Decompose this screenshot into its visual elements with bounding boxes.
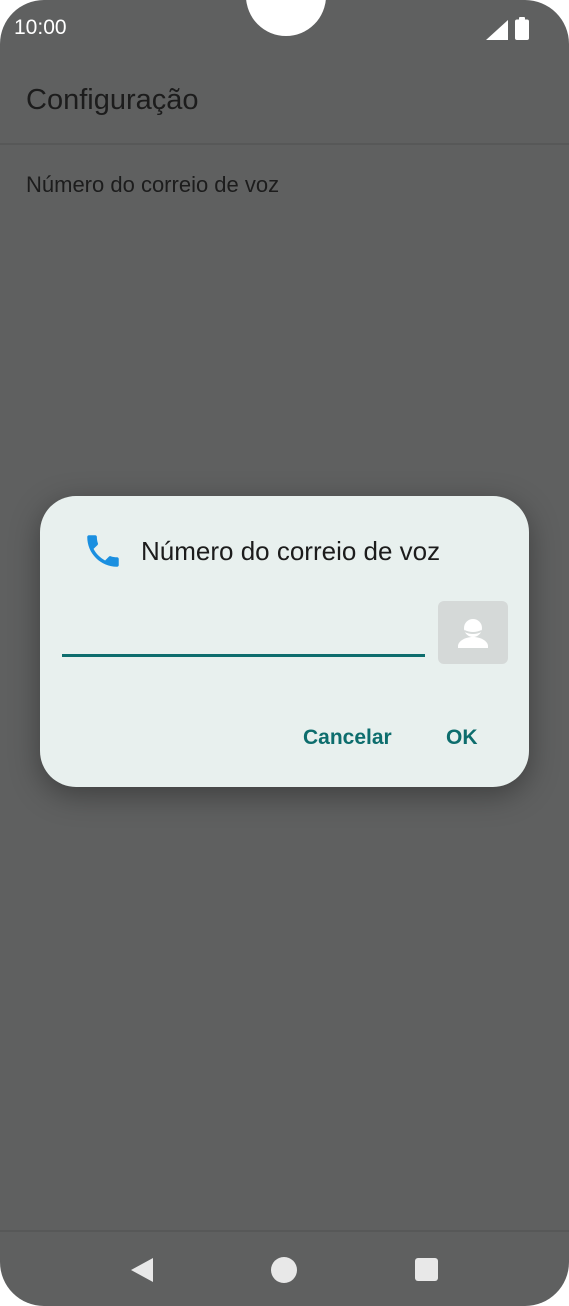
back-icon[interactable] bbox=[129, 1257, 155, 1283]
contact-picker-button[interactable] bbox=[438, 601, 508, 664]
page-title: Configuração bbox=[26, 84, 199, 116]
voicemail-number-dialog: Número do correio de voz Cancelar OK bbox=[40, 496, 529, 787]
recents-icon[interactable] bbox=[414, 1257, 439, 1282]
status-time: 10:00 bbox=[14, 16, 67, 39]
voicemail-number-input[interactable] bbox=[62, 616, 425, 657]
navigation-bar bbox=[0, 1230, 569, 1306]
contact-icon bbox=[458, 618, 488, 648]
cancel-button[interactable]: Cancelar bbox=[303, 726, 392, 750]
app-bar: Configuração bbox=[0, 58, 569, 145]
preference-voicemail-number[interactable]: Número do correio de voz bbox=[26, 172, 279, 198]
camera-notch bbox=[246, 0, 326, 36]
ok-button[interactable]: OK bbox=[446, 726, 478, 750]
dialog-title: Número do correio de voz bbox=[141, 536, 441, 566]
signal-icon bbox=[486, 20, 508, 40]
status-bar: 10:00 bbox=[0, 0, 569, 58]
battery-icon bbox=[515, 17, 529, 40]
phone-screen: 10:00 Configuração Número do correio de … bbox=[0, 0, 569, 1306]
home-icon[interactable] bbox=[270, 1256, 298, 1284]
phone-icon bbox=[87, 535, 119, 567]
